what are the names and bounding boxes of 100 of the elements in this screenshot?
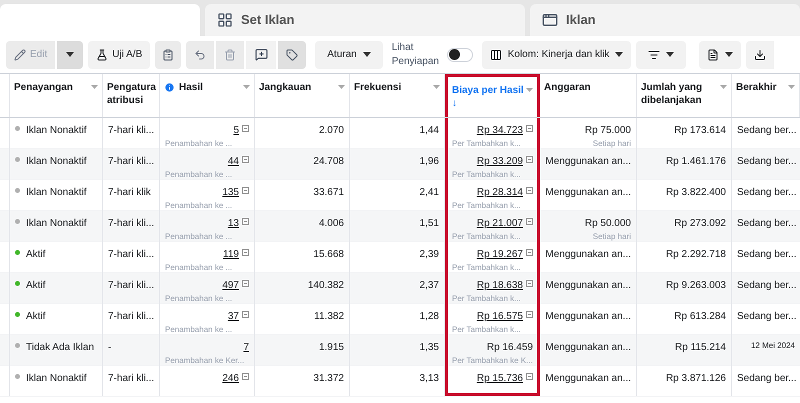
- comment-plus-icon: [254, 48, 268, 61]
- clipboard-icon: [162, 48, 174, 60]
- budget-value: Menggunakan an...: [545, 248, 631, 262]
- status-text: Iklan Nonaktif: [26, 217, 87, 231]
- spent-value: Rp 3.871.126: [666, 372, 726, 386]
- frequency-value: 1,28: [420, 310, 439, 324]
- result-value[interactable]: 7: [243, 340, 249, 355]
- column-header[interactable]: Anggaran: [540, 74, 637, 117]
- result-value[interactable]: 44: [228, 154, 249, 169]
- frequency-value: 2,39: [420, 248, 439, 262]
- budget-value: Menggunakan an...: [545, 186, 631, 200]
- reach-value: 31.372: [313, 372, 344, 386]
- report-icon: [526, 156, 533, 163]
- column-header[interactable]: Jumlah yang dibelanjakan: [637, 74, 732, 117]
- result-value[interactable]: 37: [228, 309, 249, 324]
- cost-value[interactable]: Rp 33.209: [476, 154, 533, 169]
- reach-value: 15.668: [313, 248, 344, 262]
- cost-subtext: Per Tambahkan k...: [452, 324, 521, 336]
- column-header[interactable]: Hasil: [160, 74, 255, 117]
- report-icon: [526, 125, 533, 132]
- edit-menu-button[interactable]: [57, 40, 84, 68]
- sort-caret-icon[interactable]: [788, 85, 795, 89]
- tab[interactable]: Set Iklan: [205, 4, 525, 36]
- report-icon: [526, 373, 533, 380]
- download-button[interactable]: [746, 40, 774, 68]
- reports-button[interactable]: [699, 40, 742, 68]
- tab[interactable]: Iklan: [530, 4, 800, 36]
- report-icon: [526, 249, 533, 256]
- status-text: Iklan Nonaktif: [26, 372, 87, 386]
- result-value[interactable]: 246: [222, 371, 249, 386]
- flask-icon: [96, 48, 108, 60]
- download-icon: [754, 48, 766, 60]
- status-text: Aktif: [26, 310, 46, 324]
- sort-caret-icon[interactable]: [91, 85, 98, 89]
- tag-icon: [286, 48, 298, 60]
- result-value[interactable]: 13: [228, 216, 249, 231]
- budget-value: Menggunakan an...: [545, 279, 631, 293]
- tag-button[interactable]: [278, 40, 306, 68]
- column-header[interactable]: Penayangan: [10, 74, 103, 117]
- reach-value: 33.671: [313, 186, 344, 200]
- cost-subtext: Per Tambahkan k...: [452, 200, 521, 212]
- cost-subtext: Per Tambahkan k...: [452, 169, 521, 181]
- status-text: Aktif: [26, 248, 46, 262]
- cost-value[interactable]: Rp 28.314: [476, 185, 533, 200]
- result-value[interactable]: 119: [223, 247, 249, 262]
- report-icon: [242, 125, 249, 132]
- cost-subtext: Per Tambahkan k...: [452, 262, 521, 274]
- end-value: Sedang ber...: [737, 155, 796, 169]
- breakdown-icon: [648, 48, 660, 60]
- undo-button[interactable]: [186, 40, 214, 68]
- column-header[interactable]: Frekuensi: [350, 74, 445, 117]
- result-subtext: Penambahan ke Ker...: [165, 355, 244, 367]
- cost-value[interactable]: Rp 19.267: [476, 247, 533, 262]
- comment-button[interactable]: [246, 40, 276, 68]
- spent-value: Rp 613.284: [674, 310, 726, 324]
- sort-caret-icon[interactable]: [526, 88, 533, 92]
- result-value[interactable]: 135: [222, 185, 249, 200]
- cost-value[interactable]: Rp 18.638: [476, 278, 533, 293]
- ab-test-button[interactable]: Uji A/B: [88, 40, 150, 68]
- result-value[interactable]: 5: [233, 123, 249, 138]
- budget-value: Menggunakan an...: [545, 155, 631, 169]
- caret-icon: [66, 52, 74, 57]
- clipboard-button[interactable]: [155, 40, 182, 68]
- column-header[interactable]: Pengatura atribusi: [103, 74, 160, 117]
- caret-icon: [362, 52, 371, 57]
- column-header[interactable]: Berakhir: [732, 74, 800, 117]
- columns-button[interactable]: Kolom: Kinerja dan klik: [482, 40, 632, 68]
- cost-value[interactable]: Rp 21.007: [476, 216, 533, 231]
- sort-caret-icon[interactable]: [338, 85, 345, 89]
- sort-caret-icon[interactable]: [720, 85, 727, 89]
- rules-button[interactable]: Aturan: [315, 40, 383, 68]
- undo-icon: [194, 48, 206, 60]
- budget-value: Menggunakan an...: [545, 372, 631, 386]
- cost-value[interactable]: Rp 16.575: [476, 309, 533, 324]
- cost-subtext: Per Tambahkan k...: [452, 138, 521, 150]
- reach-value: 4.006: [318, 217, 344, 231]
- cost-value[interactable]: Rp 34.723: [476, 123, 533, 138]
- info-icon: [164, 82, 175, 93]
- reach-value: 1.915: [318, 341, 344, 355]
- cost-value: Rp 16.459: [486, 341, 533, 355]
- result-subtext: Penambahan ke ...: [165, 324, 232, 336]
- frequency-value: 1,44: [420, 124, 439, 138]
- result-subtext: Penambahan ke ...: [165, 169, 232, 181]
- end-value: Sedang ber...: [737, 248, 796, 262]
- reach-value: 11.382: [314, 310, 344, 324]
- caret-icon: [666, 52, 674, 57]
- caret-icon: [615, 52, 624, 57]
- cost-subtext: Per Tambahkan k...: [452, 231, 521, 243]
- breakdown-button[interactable]: [636, 40, 686, 68]
- attribution-text: -: [108, 342, 112, 353]
- sort-caret-icon[interactable]: [433, 85, 440, 89]
- budget-subtext: Setiap hari: [592, 231, 631, 243]
- result-value[interactable]: 497: [222, 278, 249, 293]
- frequency-value: 1,35: [420, 341, 439, 355]
- column-header[interactable]: Jangkauan: [255, 74, 350, 117]
- spent-value: Rp 2.292.718: [666, 248, 726, 262]
- sort-caret-icon[interactable]: [243, 85, 250, 89]
- frequency-value: 2,41: [420, 186, 439, 200]
- status-text: Iklan Nonaktif: [26, 124, 87, 138]
- preview-toggle[interactable]: [446, 48, 473, 62]
